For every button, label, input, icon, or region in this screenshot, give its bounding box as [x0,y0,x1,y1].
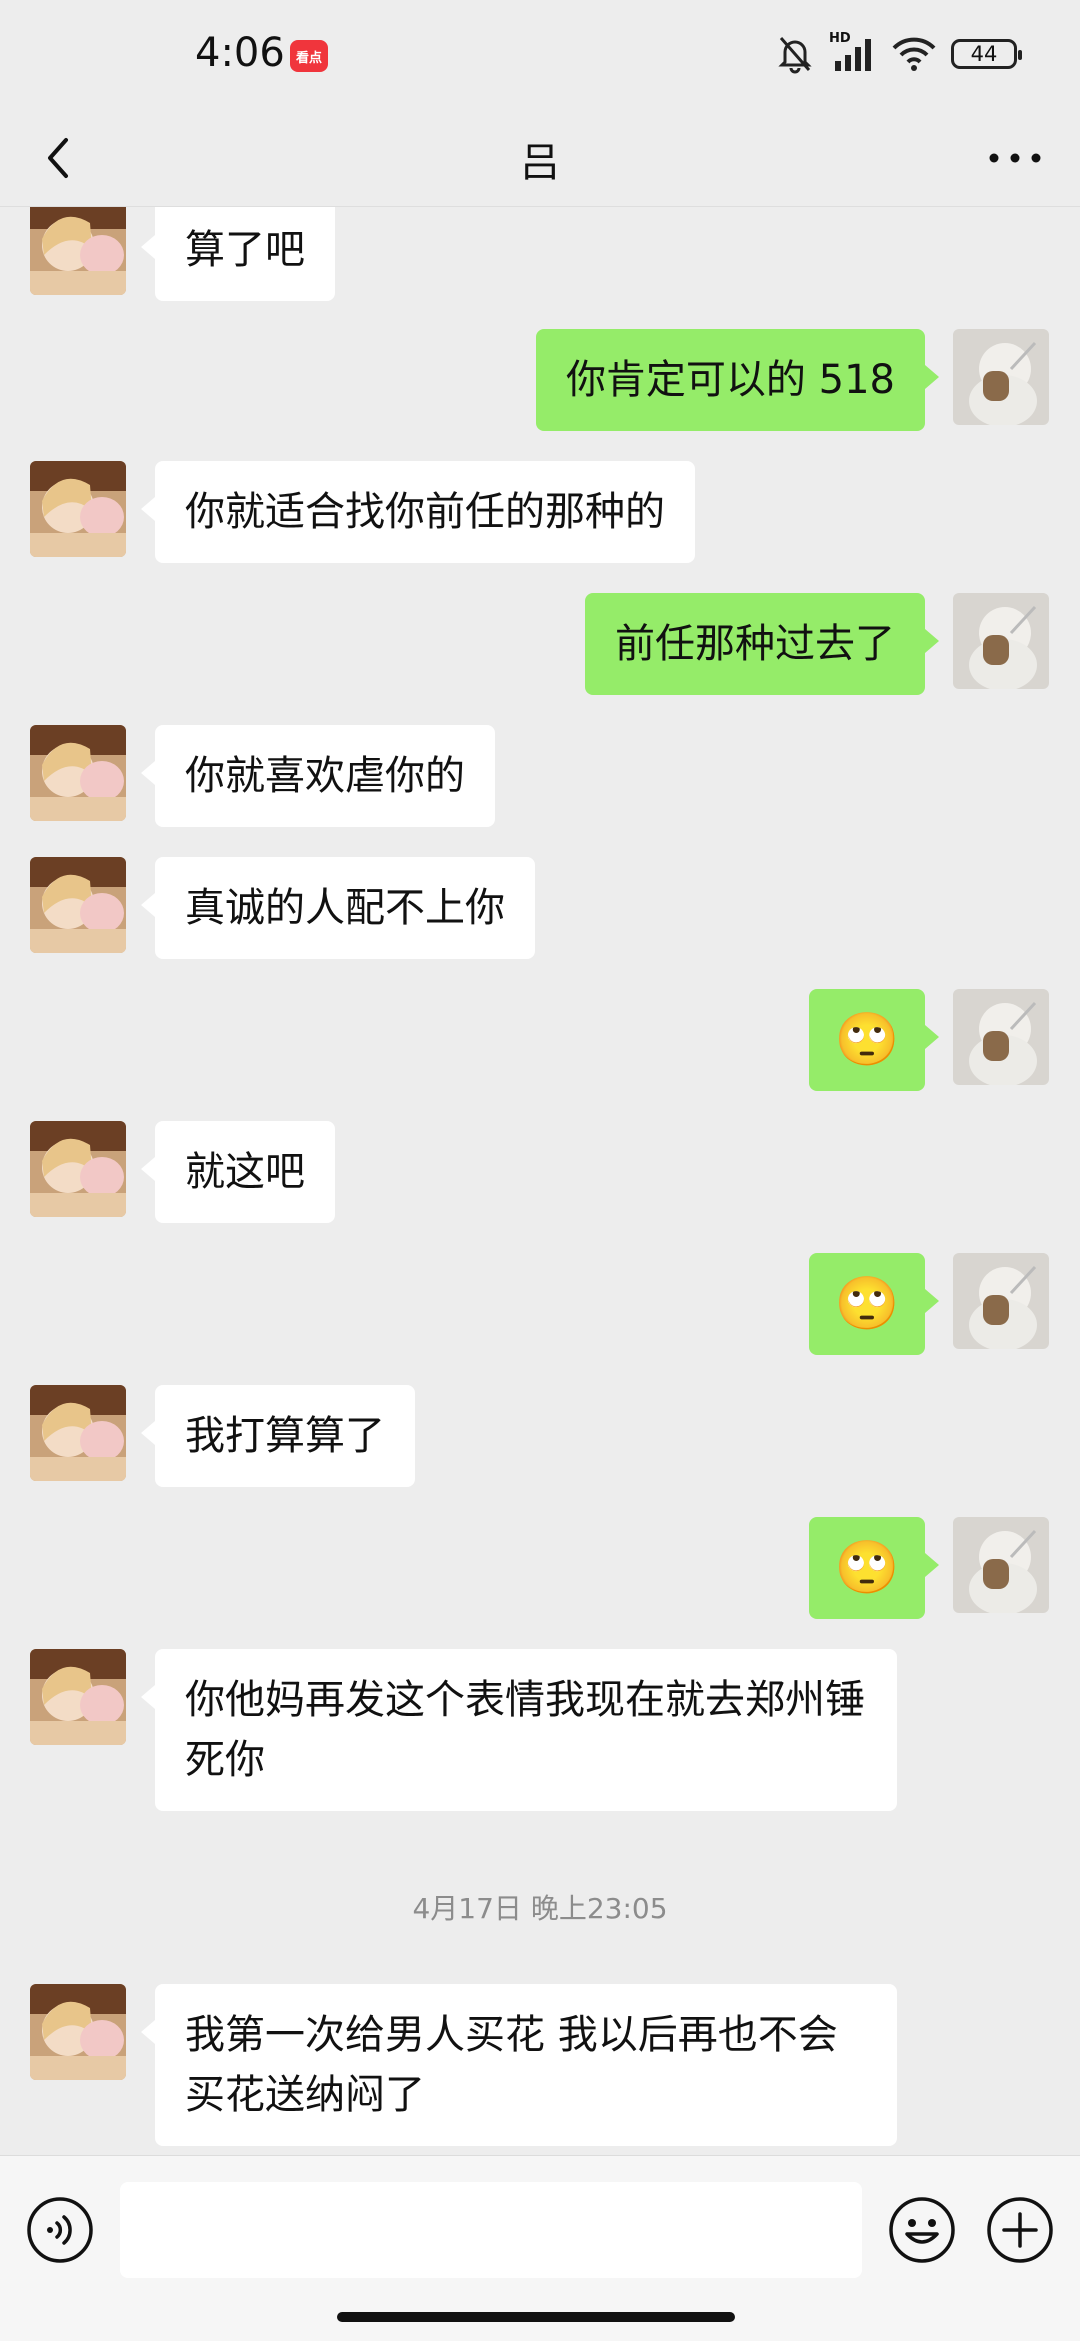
message-bubble-outgoing-emoji[interactable]: 🙄 [809,1517,939,1619]
home-indicator[interactable] [337,2312,735,2322]
message-bubble-incoming[interactable]: 真诚的人配不上你 [141,857,535,959]
voice-icon[interactable] [26,2196,94,2264]
plus-icon[interactable] [986,2196,1054,2264]
message-bubble-incoming[interactable]: 你就适合找你前任的那种的 [141,461,695,563]
message-bubble-incoming[interactable]: 算了吧 [141,207,335,301]
message-bubble-outgoing[interactable]: 前任那种过去了 [585,593,939,695]
mute-bell-icon [778,37,812,74]
app-notification-badge: 看点 [290,40,328,72]
message-bubble-incoming[interactable]: 你他妈再发这个表情我现在就去郑州锤死你 [141,1649,897,1811]
chat-header: 吕 [0,110,1080,207]
status-icons: HD 44 [775,31,1022,74]
status-time: 4:06 [195,30,285,76]
user-avatar[interactable] [953,593,1049,689]
contact-avatar[interactable] [30,725,126,821]
message-list[interactable]: 算了吧 你肯定可以的 518 你就适合找你前任的那种的 前任那种过去了 你就喜欢… [0,207,1080,2155]
message-bubble-incoming[interactable]: 我打算算了 [141,1385,415,1487]
message-bubble-outgoing[interactable]: 你肯定可以的 518 [535,329,940,431]
message-bubble-incoming[interactable]: 我第一次给男人买花 我以后再也不会买花送纳闷了 [141,1984,897,2146]
contact-avatar[interactable] [30,1984,126,2080]
contact-avatar[interactable] [30,857,126,953]
signal-icon: HD [829,31,877,73]
user-avatar[interactable] [953,1253,1049,1349]
contact-avatar[interactable] [30,207,126,295]
status-bar: 4:06 看点 HD 44 [0,0,1080,110]
user-avatar[interactable] [953,329,1049,425]
contact-avatar[interactable] [30,461,126,557]
message-input[interactable] [120,2182,862,2278]
contact-avatar[interactable] [30,1649,126,1745]
wifi-icon [892,37,936,71]
contact-avatar[interactable] [30,1121,126,1217]
message-bubble-outgoing-emoji[interactable]: 🙄 [809,989,939,1091]
message-bubble-outgoing-emoji[interactable]: 🙄 [809,1253,939,1355]
user-avatar[interactable] [953,1517,1049,1613]
message-bubble-incoming[interactable]: 你就喜欢虐你的 [141,725,495,827]
emoji-icon[interactable] [888,2196,956,2264]
message-timestamp: 4月17日 晚上23:05 [412,1892,668,1925]
battery-indicator: 44 [951,39,1022,69]
more-options-button[interactable] [980,128,1050,188]
chat-title: 吕 [520,140,560,186]
message-bubble-incoming[interactable]: 就这吧 [141,1121,335,1223]
contact-avatar[interactable] [30,1385,126,1481]
user-avatar[interactable] [953,989,1049,1085]
